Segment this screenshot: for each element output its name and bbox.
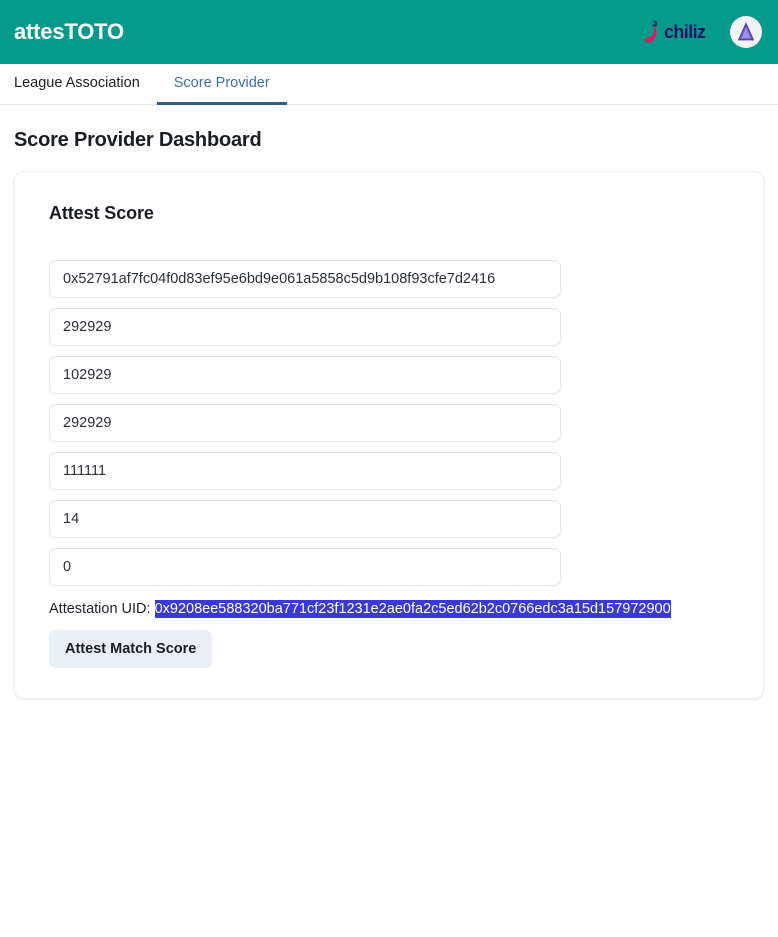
- chiliz-logo: chiliz: [643, 19, 716, 45]
- tab-score-provider-label: Score Provider: [173, 75, 270, 91]
- recipient-address-input[interactable]: [49, 260, 561, 298]
- attestation-uid-row: Attestation UID: 0x9208ee588320ba771cf23…: [49, 600, 743, 618]
- attestation-uid-value[interactable]: 0x9208ee588320ba771cf23f1231e2ae0fa2c5ed…: [154, 600, 671, 618]
- page-title: Score Provider Dashboard: [14, 129, 262, 151]
- tab-score-provider[interactable]: Score Provider: [156, 64, 287, 105]
- svg-text:chiliz: chiliz: [664, 22, 706, 42]
- attest-match-score-button[interactable]: Attest Match Score: [49, 630, 213, 668]
- attestation-uid-label: Attestation UID:: [49, 601, 151, 617]
- chili-pepper-icon: [644, 20, 658, 43]
- home-team-id-input[interactable]: [49, 404, 561, 442]
- match-id-input[interactable]: [49, 308, 561, 346]
- attest-score-card: Attest Score Attestation UID: 0x9208ee58…: [14, 171, 764, 699]
- eas-triangle-icon: [737, 22, 755, 41]
- app-header: attesTOTO chiliz: [0, 0, 778, 64]
- app-brand-title: attesTOTO: [14, 19, 124, 44]
- away-score-input[interactable]: [49, 548, 561, 586]
- eas-logo[interactable]: [730, 16, 762, 48]
- header-logo-group: chiliz: [643, 16, 762, 48]
- away-team-id-input[interactable]: [49, 452, 561, 490]
- main-tab-bar: League Association Score Provider: [0, 64, 778, 105]
- tab-league-association[interactable]: League Association: [14, 64, 157, 105]
- attest-score-form: [49, 260, 743, 586]
- home-score-input[interactable]: [49, 500, 561, 538]
- chiliz-wordmark: chiliz: [664, 22, 707, 42]
- card-title: Attest Score: [49, 203, 154, 223]
- league-id-input[interactable]: [49, 356, 561, 394]
- tab-league-association-label: League Association: [14, 75, 140, 91]
